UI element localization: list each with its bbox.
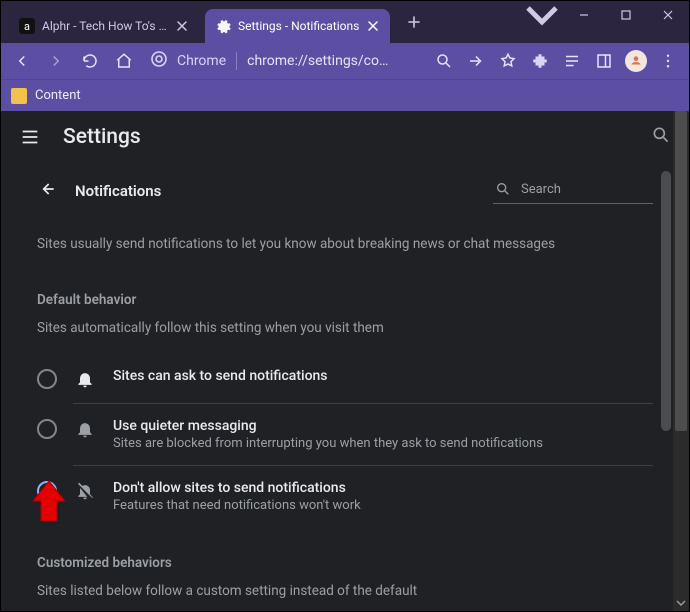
appbar-search-icon[interactable]: [651, 125, 671, 149]
back-arrow-icon[interactable]: [37, 179, 57, 203]
svg-text:a: a: [24, 20, 30, 33]
side-panel-icon[interactable]: [589, 46, 619, 76]
hamburger-icon[interactable]: [19, 126, 41, 148]
toolbar-actions: [429, 46, 683, 76]
page-header: Notifications Search: [37, 177, 653, 204]
extensions-icon[interactable]: [525, 46, 555, 76]
menu-button[interactable]: [653, 46, 683, 76]
omnibox[interactable]: Chrome chrome://settings/co…: [151, 51, 388, 71]
option-title: Sites can ask to send notifications: [113, 368, 328, 384]
default-behavior-hint: Sites automatically follow this setting …: [37, 320, 653, 336]
tab-label: Settings - Notifications: [238, 19, 359, 33]
bell-icon: [75, 369, 95, 389]
page-title: Notifications: [75, 182, 161, 200]
settings-appbar: Settings: [1, 111, 689, 163]
maximize-button[interactable]: [605, 1, 647, 29]
radio-icon[interactable]: [37, 419, 57, 439]
scroll-down-icon[interactable]: [673, 595, 689, 611]
content-scrollbar[interactable]: [659, 171, 673, 611]
window-scrollbar[interactable]: [673, 111, 689, 611]
bookmark-content[interactable]: Content: [35, 88, 81, 103]
tab-settings[interactable]: Settings - Notifications: [205, 9, 390, 43]
chevron-down-icon[interactable]: [521, 1, 563, 29]
page-description: Sites usually send notifications to let …: [37, 236, 653, 252]
settings-content: Notifications Search Sites usually send …: [1, 163, 689, 611]
annotation-arrow: [27, 479, 71, 523]
browser-toolbar: Chrome chrome://settings/co…: [1, 43, 689, 79]
close-icon[interactable]: [175, 19, 189, 33]
radio-icon[interactable]: [37, 369, 57, 389]
option-quieter-messaging[interactable]: Use quieter messaging Sites are blocked …: [37, 404, 653, 465]
option-title: Don't allow sites to send notifications: [113, 480, 361, 496]
scrollbar-thumb[interactable]: [661, 171, 671, 431]
customized-title: Customized behaviors: [37, 555, 653, 571]
alphr-favicon: a: [19, 18, 35, 34]
settings-page: Settings Notifications Search Sites usua…: [1, 111, 689, 611]
bookmarks-bar: Content: [1, 79, 689, 111]
bell-off-icon: [75, 481, 95, 501]
omnibox-scheme: Chrome: [177, 53, 226, 69]
folder-icon: [11, 88, 27, 104]
app-title: Settings: [63, 125, 141, 149]
forward-button[interactable]: [41, 46, 71, 76]
option-subtitle: Sites are blocked from interrupting you …: [113, 436, 543, 451]
zoom-icon[interactable]: [429, 46, 459, 76]
close-button[interactable]: [647, 1, 689, 29]
back-button[interactable]: [7, 46, 37, 76]
scrollbar-thumb[interactable]: [675, 111, 687, 431]
omnibox-url: chrome://settings/co…: [247, 53, 388, 69]
customized-hint: Sites listed below follow a custom setti…: [37, 583, 653, 599]
options-list: Sites can ask to send notifications Use …: [37, 354, 653, 527]
tab-alphr[interactable]: a Alphr - Tech How To's & G: [9, 9, 199, 43]
settings-search[interactable]: Search: [493, 177, 653, 204]
reading-list-icon[interactable]: [557, 46, 587, 76]
reload-button[interactable]: [75, 46, 105, 76]
tab-label: Alphr - Tech How To's & G: [42, 19, 168, 33]
window-controls: [521, 1, 689, 43]
default-behavior-title: Default behavior: [37, 292, 653, 308]
gear-icon: [215, 18, 231, 34]
home-button[interactable]: [109, 46, 139, 76]
option-title: Use quieter messaging: [113, 418, 543, 434]
profile-avatar[interactable]: [621, 46, 651, 76]
option-dont-allow[interactable]: Don't allow sites to send notifications …: [37, 466, 653, 527]
option-sites-can-ask[interactable]: Sites can ask to send notifications: [37, 354, 653, 403]
search-placeholder: Search: [521, 182, 561, 197]
star-icon[interactable]: [493, 46, 523, 76]
bell-icon: [75, 419, 95, 439]
window-titlebar: a Alphr - Tech How To's & G Settings - N…: [1, 1, 689, 43]
new-tab-button[interactable]: [400, 8, 428, 36]
minimize-button[interactable]: [563, 1, 605, 29]
option-subtitle: Features that need notifications won't w…: [113, 498, 361, 513]
close-icon[interactable]: [366, 19, 380, 33]
share-icon[interactable]: [461, 46, 491, 76]
chrome-icon: [151, 51, 167, 71]
omnibox-separator: [236, 52, 237, 70]
